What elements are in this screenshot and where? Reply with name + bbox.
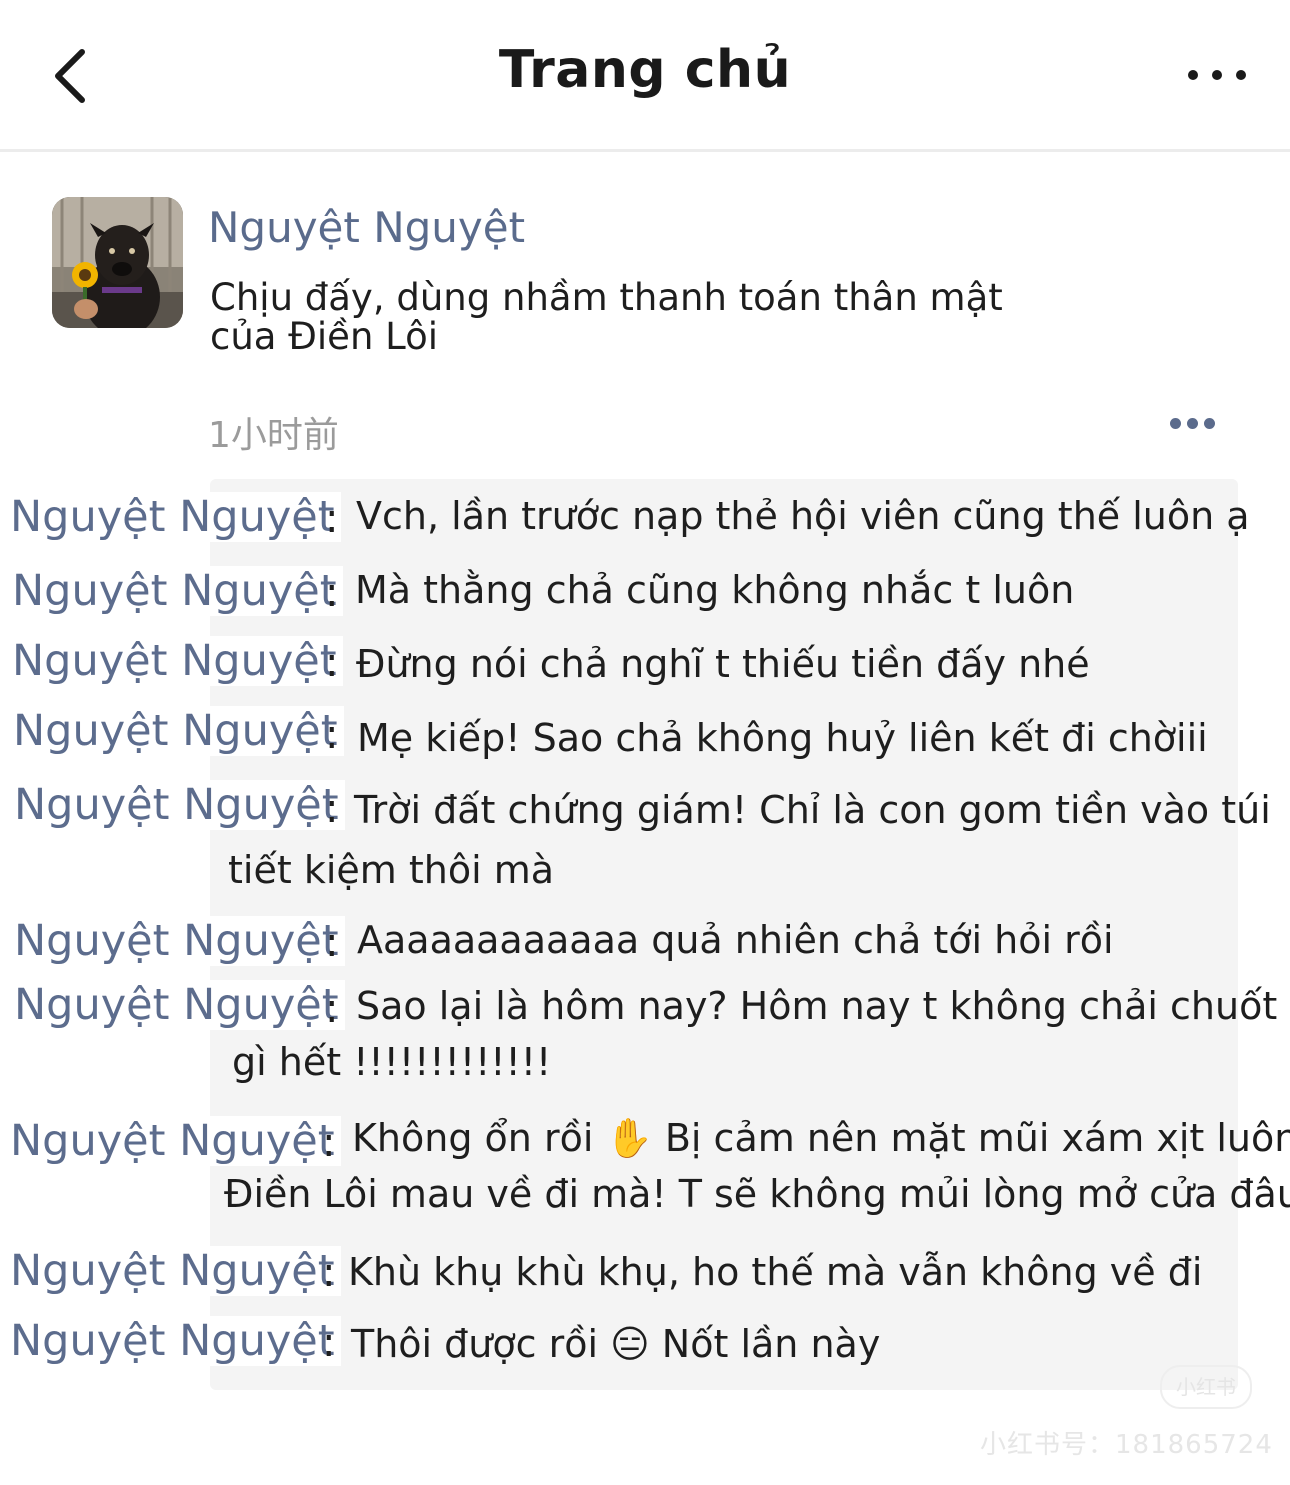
comment-text-continued: Điền Lôi mau về đi mà! T sẽ không mủi lò… bbox=[224, 1172, 1290, 1216]
comment-colon: : bbox=[325, 496, 339, 542]
comment-author[interactable]: Nguyệt Nguyệt bbox=[0, 1246, 341, 1296]
comment-text: Vch, lần trước nạp thẻ hội viên cũng thế… bbox=[356, 494, 1250, 538]
post-text-line: Chịu đấy, dùng nhầm thanh toán thân mật bbox=[210, 276, 1003, 319]
comment-author[interactable]: Nguyệt Nguyệt bbox=[2, 636, 343, 686]
comment-text: Trời đất chứng giám! Chỉ là con gom tiền… bbox=[354, 788, 1271, 832]
page-title: Trang chủ bbox=[498, 40, 792, 100]
more-dot-icon bbox=[1170, 418, 1181, 429]
comment-author[interactable]: Nguyệt Nguyệt bbox=[0, 492, 341, 542]
more-dot-icon bbox=[1188, 70, 1198, 80]
comment-colon: : bbox=[325, 786, 339, 832]
comment-colon: : bbox=[325, 640, 339, 686]
comment-text-continued: tiết kiệm thôi mà bbox=[228, 848, 555, 892]
post-more-button[interactable] bbox=[1170, 418, 1215, 429]
avatar[interactable] bbox=[52, 197, 183, 328]
comment-author[interactable]: Nguyệt Nguyệt bbox=[0, 1316, 341, 1366]
comment-text-continued: gì hết !!!!!!!!!!!!! bbox=[232, 1040, 552, 1084]
comment-text: Đừng nói chả nghĩ t thiếu tiền đấy nhé bbox=[356, 642, 1090, 686]
more-dot-icon bbox=[1204, 418, 1215, 429]
post-content: Chịu đấy, dùng nhầm thanh toán thân mật … bbox=[210, 278, 1030, 356]
comment-colon: : bbox=[322, 1120, 336, 1166]
post-timestamp: 1小时前 bbox=[208, 415, 339, 456]
comment-author[interactable]: Nguyệt Nguyệt bbox=[4, 980, 345, 1030]
dog-with-sunflower-avatar-icon bbox=[52, 197, 183, 328]
comment-text: Mà thằng chả cũng không nhắc t luôn bbox=[355, 568, 1075, 612]
more-dot-icon bbox=[1236, 70, 1246, 80]
comment-colon: : bbox=[325, 920, 339, 966]
comment-colon: : bbox=[322, 1320, 336, 1366]
more-options-button[interactable] bbox=[1188, 60, 1252, 90]
watermark-logo: 小红书 bbox=[1160, 1365, 1252, 1409]
author-name[interactable]: Nguyệt Nguyệt bbox=[208, 203, 525, 252]
comment-author[interactable]: Nguyệt Nguyệt bbox=[2, 566, 343, 616]
more-dot-icon bbox=[1187, 418, 1198, 429]
comment-author[interactable]: Nguyệt Nguyệt bbox=[3, 706, 344, 756]
top-bar: Trang chủ bbox=[0, 0, 1290, 152]
comment-text: Sao lại là hôm nay? Hôm nay t không chải… bbox=[356, 984, 1278, 1028]
comment-colon: : bbox=[322, 1250, 336, 1296]
comment-author[interactable]: Nguyệt Nguyệt bbox=[0, 1116, 341, 1166]
comment-text: Không ổn rồi ✋ Bị cảm nên mặt mũi xám xị… bbox=[352, 1116, 1290, 1160]
comment-author[interactable]: Nguyệt Nguyệt bbox=[4, 780, 345, 830]
comment-colon: : bbox=[325, 712, 339, 758]
watermark-id: 小红书号：181865724 bbox=[980, 1430, 1273, 1460]
post-text-line: của Điền Lôi bbox=[210, 315, 439, 358]
more-dot-icon bbox=[1212, 70, 1222, 80]
comment-author[interactable]: Nguyệt Nguyệt bbox=[4, 916, 345, 966]
comment-colon: : bbox=[325, 986, 339, 1032]
comment-text: Aaaaaaaaaaaa quả nhiên chả tới hỏi rồi bbox=[357, 918, 1114, 962]
comment-colon: : bbox=[325, 570, 339, 616]
comment-text: Thôi được rồi 😑 Nốt lần này bbox=[351, 1322, 881, 1366]
comment-text: Khù khụ khù khụ, ho thế mà vẫn không về … bbox=[348, 1250, 1203, 1294]
comment-text: Mẹ kiếp! Sao chả không huỷ liên kết đi c… bbox=[357, 716, 1208, 760]
